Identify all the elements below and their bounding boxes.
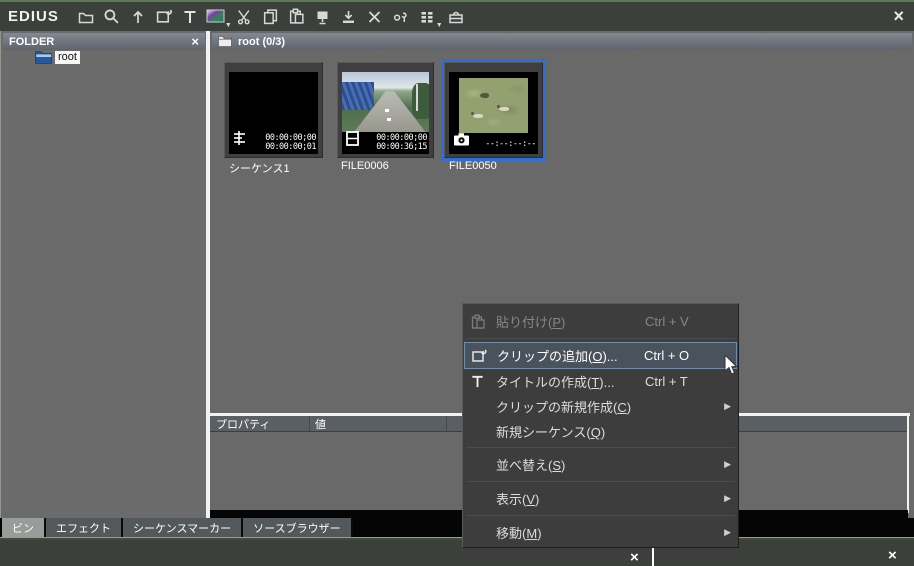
menu-item-sort[interactable]: 並べ替え(S) ▶ [464,451,737,478]
folder-tree-item-root[interactable]: root [35,51,80,64]
bin-toolbar: EDIUS ▼ [0,0,914,31]
pond-photo [459,78,528,133]
color-matte-caret-icon[interactable]: ▼ [225,22,232,31]
add-to-timeline-icon[interactable] [336,6,362,28]
folder-panel: FOLDER × root [0,31,206,518]
clip-timecodes: --:--:--:-- [485,140,536,149]
clip-label: シーケンス1 [229,160,290,176]
submenu-arrow-icon: ▶ [721,527,731,538]
menu-separator [466,447,735,448]
bin-context-menu: 貼り付け(P) Ctrl + V クリップの追加(O)... Ctrl + O … [462,303,739,548]
menu-separator [466,515,735,516]
clip-thumbnail: 00:00:00;00 00:00:00;01 [229,72,318,154]
new-folder-icon[interactable] [73,6,99,28]
tab-effect[interactable]: エフェクト [46,518,123,537]
properties-right-edge [907,413,909,513]
cut-icon[interactable] [232,6,258,28]
add-clip-icon[interactable] [151,6,177,28]
submenu-arrow-icon: ▶ [721,459,731,470]
menu-item-move[interactable]: 移動(M) ▶ [464,519,737,546]
edius-bin-window: EDIUS ▼ [0,0,914,566]
clip-label: FILE0050 [449,160,497,172]
clip-card-file0050-selected[interactable]: --:--:--:-- [444,62,543,158]
folder-panel-close-button[interactable]: × [191,35,199,48]
clip-thumbnail: 00:00:00;00 00:00:36;15 [342,72,429,154]
add-clip-icon [471,348,497,364]
create-title-icon[interactable] [177,6,203,28]
folder-icon [35,51,52,64]
folder-panel-header: FOLDER × [3,33,205,50]
menu-item-paste: 貼り付け(P) Ctrl + V [464,308,737,335]
menu-item-new-sequence[interactable]: 新規シーケンス(Q) [464,419,737,444]
bin-header: root (0/3) [212,33,912,50]
properties-icon[interactable] [388,6,414,28]
menu-separator [466,338,735,339]
menu-item-add-clip[interactable]: クリップの追加(O)... Ctrl + O [464,342,737,369]
paste-icon [470,314,496,330]
sequence-icon [233,130,249,151]
tab-bin[interactable]: ビン [2,518,46,537]
edius-logo: EDIUS [8,8,59,25]
copy-icon[interactable] [258,6,284,28]
road-photo [342,72,429,132]
search-icon[interactable] [99,6,125,28]
properties-col-property: プロパティ [210,416,309,432]
delete-icon[interactable] [362,6,388,28]
tab-source-browser[interactable]: ソースブラウザー [243,518,352,537]
tab-sequence-marker[interactable]: シーケンスマーカー [123,518,243,537]
folder-tree-item-label: root [55,51,80,64]
video-clip-icon [346,131,359,151]
menu-item-new-clip[interactable]: クリップの新規作成(C) ▶ [464,394,737,419]
clip-card-file0006[interactable]: 00:00:00;00 00:00:36;15 [337,62,434,158]
mouse-cursor [724,355,741,382]
up-folder-icon[interactable] [125,6,151,28]
lower-window-close-button-2[interactable]: × [888,547,897,564]
still-camera-icon [453,132,470,151]
paste-icon[interactable] [284,6,310,28]
bin-folder-icon [218,36,232,47]
lower-window-divider [652,546,654,566]
folder-panel-title: FOLDER [9,36,54,48]
show-in-player-icon[interactable] [310,6,336,28]
clip-timecodes: 00:00:00;00 00:00:36;15 [376,134,427,152]
window-close-button[interactable]: × [893,5,904,27]
menu-item-view[interactable]: 表示(V) ▶ [464,485,737,512]
menu-separator [466,481,735,482]
panel-tabbar: ビン エフェクト シーケンスマーカー ソースブラウザー [0,518,914,537]
submenu-arrow-icon: ▶ [721,401,731,412]
menu-item-create-title[interactable]: タイトルの作成(T)... Ctrl + T [464,369,737,394]
clip-timecodes: 00:00:00;00 00:00:00;01 [265,134,316,152]
toolbox-icon[interactable] [443,6,469,28]
bin-header-title: root (0/3) [238,36,285,48]
properties-col-value: 値 [309,416,446,431]
clip-thumbnail: --:--:--:-- [449,72,538,154]
lower-window-close-button[interactable]: × [630,549,639,566]
view-mode-caret-icon[interactable]: ▼ [436,22,443,31]
clip-label: FILE0006 [341,160,389,172]
bottom-window-strip: × × [0,540,914,566]
submenu-arrow-icon: ▶ [721,493,731,504]
title-icon [470,374,496,389]
clip-card-sequence1[interactable]: 00:00:00;00 00:00:00;01 [224,62,323,158]
